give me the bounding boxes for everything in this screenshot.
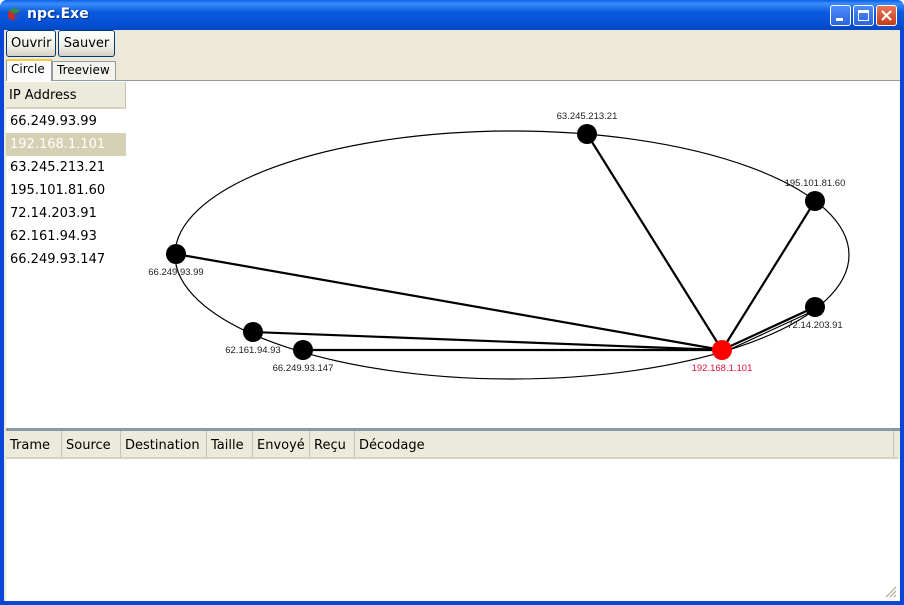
save-button[interactable]: Sauver [58,30,115,57]
ip-list-item[interactable]: 62.161.94.93 [6,225,126,248]
application-window: npc.Exe Ouvrir Sauver Circle Treeview 63… [0,0,904,605]
maximize-button[interactable] [853,5,874,26]
ip-list-item[interactable]: 66.249.93.147 [6,248,126,271]
ip-list-item[interactable]: 66.249.93.99 [6,110,126,133]
graph-node[interactable] [243,322,263,342]
graph-edge [252,330,723,352]
window-title: npc.Exe [27,6,89,22]
client-area: Ouvrir Sauver Circle Treeview 63.245.213… [4,30,900,601]
graph-node[interactable] [166,244,186,264]
close-button[interactable] [876,5,897,26]
center-node[interactable] [712,340,732,360]
minimize-button[interactable] [830,5,851,26]
app-cube-icon [8,8,21,21]
node-label: 63.245.213.21 [557,111,618,122]
circle-view-panel: 63.245.213.21 195.101.81.60 72.14.203.91 19… [6,80,900,428]
graph-edge [721,309,816,354]
close-icon [881,10,892,21]
resize-grip-icon[interactable] [883,584,897,598]
column-header[interactable]: Taille [207,431,253,457]
ip-list-item[interactable]: 72.14.203.91 [6,202,126,225]
maximize-icon [858,10,869,21]
column-header[interactable]: Destination [121,431,207,457]
column-header[interactable]: Source [62,431,121,457]
node-label: 66.249.93.147 [273,363,334,374]
column-header[interactable]: Trame [6,431,62,457]
node-label: 66.249.93.99 [148,267,203,278]
node-label: 62.161.94.93 [225,345,280,356]
ip-list-item[interactable]: 63.245.213.21 [6,156,126,179]
graph-node[interactable] [805,191,825,211]
node-label: 195.101.81.60 [785,178,846,189]
tab-treeview[interactable]: Treeview [52,61,116,80]
column-header[interactable]: Décodage [355,431,894,457]
ip-address-column-header[interactable]: IP Address [6,82,126,109]
graph-node[interactable] [805,297,825,317]
open-button[interactable]: Ouvrir [6,30,56,57]
title-bar[interactable]: npc.Exe [0,0,904,30]
node-label: 72.14.203.91 [787,320,842,331]
packet-table-body [6,459,900,601]
tab-circle[interactable]: Circle [6,59,52,81]
column-header[interactable]: Envoyé [253,431,310,457]
ip-address-list: 66.249.93.99 192.168.1.101 63.245.213.21 19… [6,110,126,271]
network-graph-canvas: 63.245.213.21 195.101.81.60 72.14.203.91 19… [148,111,850,380]
graph-node[interactable] [577,124,597,144]
column-header[interactable]: Reçu [310,431,355,457]
packet-table-header: Trame Source Destination Taille Envoyé Reçu Dé… [6,431,898,459]
graph-node[interactable] [293,340,313,360]
ip-list-item[interactable]: 192.168.1.101 [6,133,126,156]
node-label: 192.168.1.101 [692,363,753,374]
graph-edge [586,133,723,351]
ip-list-item[interactable]: 195.101.81.60 [6,179,126,202]
minimize-icon [836,18,843,21]
